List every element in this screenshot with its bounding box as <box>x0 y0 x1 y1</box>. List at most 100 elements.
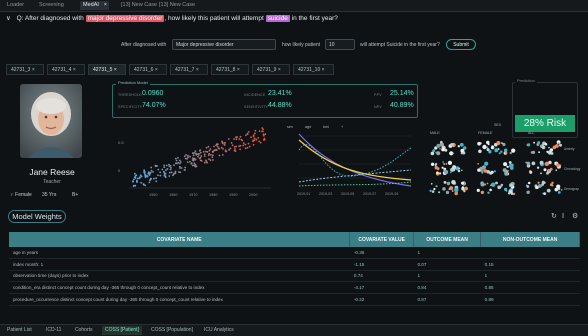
tab-icd11[interactable]: ICD-11 <box>43 326 64 335</box>
heatmap-dot <box>477 163 480 165</box>
condition-highlight: major depressive disorder <box>85 15 165 22</box>
heatmap-dot <box>441 166 444 169</box>
table-row[interactable]: observation time (days) prior to index 0… <box>9 270 580 283</box>
col-header[interactable]: COVARIATE NAME <box>9 232 351 247</box>
tab-coss-patient[interactable]: COSS [Patient] <box>102 326 142 335</box>
settings-icon[interactable]: ⚙ <box>572 212 578 220</box>
tab-loader[interactable]: Loader <box>4 1 27 10</box>
heatmap-dot <box>533 141 535 144</box>
patient-tabs: 42731_3 × 42731_4 × 42731_5 × 42731_6 × … <box>6 64 336 75</box>
cell: -1.15 <box>349 258 414 271</box>
col-header[interactable]: OUTCOME MEAN <box>413 232 482 247</box>
col-header[interactable]: NON-OUTCOME MEAN <box>480 232 580 247</box>
heatmap-dot <box>431 190 435 193</box>
scatter-point <box>192 152 194 155</box>
tab-new-case-2[interactable]: [13] New Case <box>156 1 198 10</box>
scatter-point <box>144 184 147 187</box>
scatter-point <box>148 181 151 184</box>
scatter-point <box>139 174 142 177</box>
scatter-point <box>203 153 206 156</box>
x-tick: 2000 <box>249 193 257 197</box>
patient-id-input[interactable]: 10 <box>325 39 355 50</box>
patient-tab[interactable]: 42731_6 × <box>129 64 167 75</box>
legend-item: + <box>341 125 344 129</box>
col-header[interactable]: COVARIATE VALUE <box>349 232 414 247</box>
refresh-icon[interactable]: ↻ <box>551 212 557 220</box>
table-row[interactable]: index month: 1 -1.15 0.07 0.15 <box>9 258 580 271</box>
covariate-table: COVARIATE NAME COVARIATE VALUE OUTCOME M… <box>9 232 580 306</box>
scatter-point <box>170 171 173 174</box>
patient-tab[interactable]: 42731_9 × <box>252 64 290 75</box>
tab-icu-analytics[interactable]: ICU Analytics <box>201 326 237 335</box>
tab-screening[interactable]: Screening <box>36 1 67 10</box>
scatter-point <box>202 150 205 153</box>
patient-tab[interactable]: 42731_3 × <box>6 64 44 75</box>
heatmap-dot <box>556 163 560 167</box>
heatmap-dot <box>480 190 485 195</box>
close-icon[interactable]: × <box>104 1 107 10</box>
chevron-down-icon[interactable]: ∨ <box>6 15 11 22</box>
submit-button[interactable]: Submit <box>446 39 476 50</box>
heatmap-dot <box>540 172 542 175</box>
scatter-point <box>169 168 172 171</box>
patient-tab[interactable]: 42731_7 × <box>170 64 208 75</box>
table-row[interactable]: procedure_occurrence distinct concept co… <box>9 293 580 306</box>
heatmap-dot <box>483 169 488 173</box>
scatter-point <box>221 142 224 145</box>
heatmap-dot <box>548 146 550 149</box>
model-weights-button[interactable]: Model Weights <box>8 210 66 223</box>
heatmap-dot <box>489 184 492 187</box>
scatter-point <box>247 142 250 145</box>
scatter-point <box>203 161 206 164</box>
patient-tab[interactable]: 42731_4 × <box>47 64 85 75</box>
condition-select[interactable]: Major depressive disorder <box>172 39 276 50</box>
heatmap-dot <box>531 161 536 166</box>
scatter-point <box>132 185 135 187</box>
tab-cohorts[interactable]: Cohorts <box>72 326 96 335</box>
scatter-point <box>179 159 181 162</box>
heatmap-dot <box>559 143 562 147</box>
info-icon[interactable]: Ⅰ <box>562 212 564 220</box>
scatter-point <box>242 142 245 144</box>
scatter-point <box>142 183 145 186</box>
table-row[interactable]: condition_era distinct concept count dur… <box>9 281 580 295</box>
tab-medai[interactable]: MedAI × <box>80 1 109 10</box>
cell: condition_era distinct concept count dur… <box>9 281 350 295</box>
scatter-point <box>239 135 242 138</box>
metric-label: SENSITIVITY <box>244 105 269 109</box>
scatter-point <box>143 171 145 174</box>
metric-label: NPV <box>374 105 382 109</box>
scatter-point <box>184 157 187 160</box>
scatter-point <box>198 150 201 152</box>
tab-coss-population[interactable]: COSS [Population] <box>148 326 196 335</box>
heatmap-dot <box>526 185 530 188</box>
scatter-point <box>172 174 174 177</box>
scatter-point <box>194 158 197 161</box>
scatter-point <box>150 169 153 172</box>
x-tick: 2019-09 <box>385 192 398 196</box>
table-row[interactable]: age in years -0.36 1 <box>9 247 580 259</box>
scatter-point <box>216 145 219 148</box>
heatmap-dot <box>509 151 512 155</box>
heatmap-dot <box>541 180 545 184</box>
scatter-point <box>165 164 168 167</box>
scatter-point <box>220 146 223 149</box>
heatmap-dot <box>482 144 487 150</box>
scatter-point <box>174 157 177 160</box>
heatmap-dot <box>450 171 452 174</box>
tab-new-case-1[interactable]: [13] New Case <box>118 1 160 10</box>
scatter-point <box>174 170 177 173</box>
scatter-point <box>233 149 236 152</box>
patient-tab-active[interactable]: 42731_5 × <box>88 64 126 75</box>
scatter-point <box>136 180 138 183</box>
heatmap-dot <box>496 141 501 145</box>
heatmap-dot <box>555 169 558 172</box>
patient-tab[interactable]: 42731_8 × <box>211 64 249 75</box>
tab-patient-list[interactable]: Patient List <box>4 326 35 335</box>
heatmap-dot <box>476 188 480 192</box>
scatter-point <box>205 146 208 149</box>
heatmap-dot <box>457 169 461 173</box>
patient-tab[interactable]: 42731_10 × <box>293 64 334 75</box>
heatmap-dot <box>555 144 559 148</box>
heatmap-dot <box>442 161 444 163</box>
